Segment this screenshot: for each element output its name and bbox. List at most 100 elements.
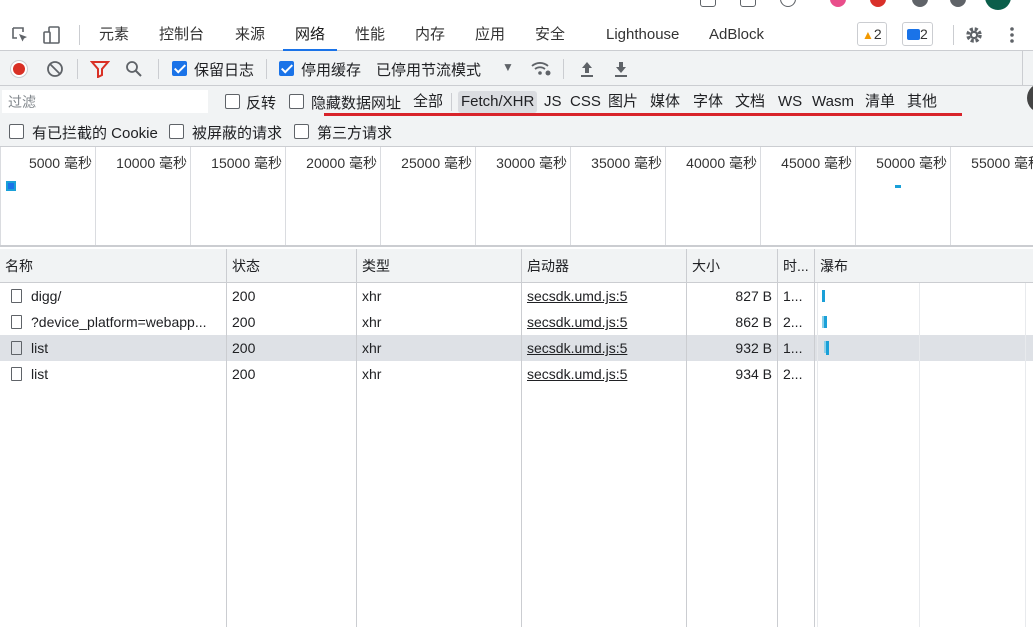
overview-tick-label: 15000 毫秒 [211,155,282,171]
clear-icon[interactable] [46,60,64,78]
filter-type-fetch-xhr[interactable]: Fetch/XHR [458,91,538,113]
invert-checkbox[interactable] [225,94,240,109]
filter-type-css[interactable]: CSS [567,91,604,113]
cell-status: 200 [232,340,256,356]
extension-icon[interactable] [740,0,756,7]
hide-data-urls-checkbox[interactable] [289,94,304,109]
overview-tick-label: 50000 毫秒 [876,155,947,171]
tab-elements[interactable]: 元素 [99,18,129,51]
messages-badge[interactable]: 2 [902,22,933,46]
highlight-underline [324,113,962,116]
overview-tick-label: 20000 毫秒 [306,155,377,171]
tab-lighthouse[interactable]: Lighthouse [606,18,679,51]
chevron-down-icon[interactable]: ▼ [502,60,514,74]
overview-tick-label: 10000 毫秒 [116,155,187,171]
tab-memory[interactable]: 内存 [415,18,445,51]
tab-application[interactable]: 应用 [475,18,505,51]
document-icon [11,289,22,303]
extension-icon[interactable] [700,0,716,7]
more-options-icon[interactable] [1002,25,1022,45]
column-header-size[interactable]: 大小 [687,249,778,283]
third-party-checkbox[interactable] [294,124,309,139]
cell-type: xhr [362,314,382,330]
warning-icon: ▲ [862,28,874,42]
filter-type-wasm[interactable]: Wasm [809,91,857,113]
disable-cache-label: 停用缓存 [301,62,362,79]
profile-avatar[interactable] [985,0,1011,10]
tab-network[interactable]: 网络 [283,18,337,51]
column-divider[interactable] [521,249,522,627]
settings-gear-icon[interactable] [964,25,984,45]
extension-pink-icon[interactable] [830,0,846,7]
blocked-cookies-label: 有已拦截的 Cookie [32,125,158,142]
preserve-log-checkbox[interactable] [172,61,187,76]
column-divider[interactable] [356,249,357,627]
browser-toolbar-strip [0,0,1033,18]
filter-type-font[interactable]: 字体 [690,91,726,113]
extension-icon[interactable] [912,0,928,7]
preserve-log-label: 保留日志 [194,62,255,79]
import-har-icon[interactable] [578,60,596,78]
column-header-waterfall[interactable]: 瀑布 [815,249,1033,283]
filter-type-other[interactable]: 其他 [904,91,940,113]
filter-type-manifest[interactable]: 清单 [862,91,898,113]
blocked-cookies-checkbox[interactable] [9,124,24,139]
filter-type-ws[interactable]: WS [775,91,805,113]
tab-sources[interactable]: 来源 [235,18,265,51]
network-overview-timeline[interactable]: 5000 毫秒 10000 毫秒 15000 毫秒 20000 毫秒 25000… [0,147,1033,247]
extension-icon[interactable] [950,0,966,7]
cell-name: list [31,366,49,382]
blocked-requests-checkbox[interactable] [169,124,184,139]
tab-adblock[interactable]: AdBlock [709,18,764,51]
table-row[interactable]: list 200 xhr secsdk.umd.js:5 934 B 2... [0,361,1033,387]
toolbar-overflow [1022,51,1023,86]
extension-red-icon[interactable] [870,0,886,7]
filter-type-doc[interactable]: 文档 [732,91,768,113]
filter-type-all[interactable]: 全部 [410,91,446,113]
filter-type-img[interactable]: 图片 [605,91,641,113]
tab-performance[interactable]: 性能 [355,18,385,51]
requests-table: 名称 状态 类型 启动器 大小 时... 瀑布 digg/ 200 xhr se… [0,249,1033,627]
column-divider[interactable] [226,249,227,627]
cell-initiator-link[interactable]: secsdk.umd.js:5 [522,309,687,335]
cell-name: ?device_platform=webapp... [31,314,207,330]
network-conditions-icon[interactable] [530,59,552,77]
warnings-badge[interactable]: ▲2 [857,22,887,46]
filter-type-js[interactable]: JS [541,91,565,113]
device-toolbar-icon[interactable] [42,25,62,45]
column-header-status[interactable]: 状态 [227,249,357,283]
tab-security[interactable]: 安全 [535,18,565,51]
column-divider[interactable] [777,249,778,627]
column-divider[interactable] [814,249,815,627]
inspect-element-icon[interactable] [10,25,30,45]
column-header-name[interactable]: 名称 [0,249,227,283]
cell-type: xhr [362,288,382,304]
column-header-initiator[interactable]: 启动器 [522,249,687,283]
disable-cache-checkbox[interactable] [279,61,294,76]
column-header-type[interactable]: 类型 [357,249,522,283]
column-header-time[interactable]: 时... [778,249,815,283]
export-har-icon[interactable] [612,60,630,78]
waterfall-bar [824,316,827,328]
bookmark-star-icon[interactable] [780,0,796,7]
cell-size: 932 B [735,340,772,356]
filter-funnel-icon[interactable] [90,60,110,78]
filter-type-media[interactable]: 媒体 [647,91,683,113]
filter-input[interactable] [2,90,208,113]
overview-tick-label: 40000 毫秒 [686,155,757,171]
cell-initiator-link[interactable]: secsdk.umd.js:5 [522,335,687,361]
throttling-select[interactable]: 已停用节流模式 [376,59,481,80]
table-row[interactable]: digg/ 200 xhr secsdk.umd.js:5 827 B 1... [0,283,1033,309]
overview-tick-label: 5000 毫秒 [28,155,92,171]
divider [79,25,80,45]
overview-request-mark [895,185,901,188]
record-button[interactable] [10,60,28,78]
table-row-selected[interactable]: list 200 xhr secsdk.umd.js:5 932 B 1... [0,335,1033,361]
overview-tick-label: 45000 毫秒 [781,155,852,171]
cell-initiator-link[interactable]: secsdk.umd.js:5 [522,283,687,309]
search-icon[interactable] [125,60,143,78]
table-row[interactable]: ?device_platform=webapp... 200 xhr secsd… [0,309,1033,335]
cell-initiator-link[interactable]: secsdk.umd.js:5 [522,361,687,387]
column-divider[interactable] [686,249,687,627]
tab-console[interactable]: 控制台 [159,18,204,51]
